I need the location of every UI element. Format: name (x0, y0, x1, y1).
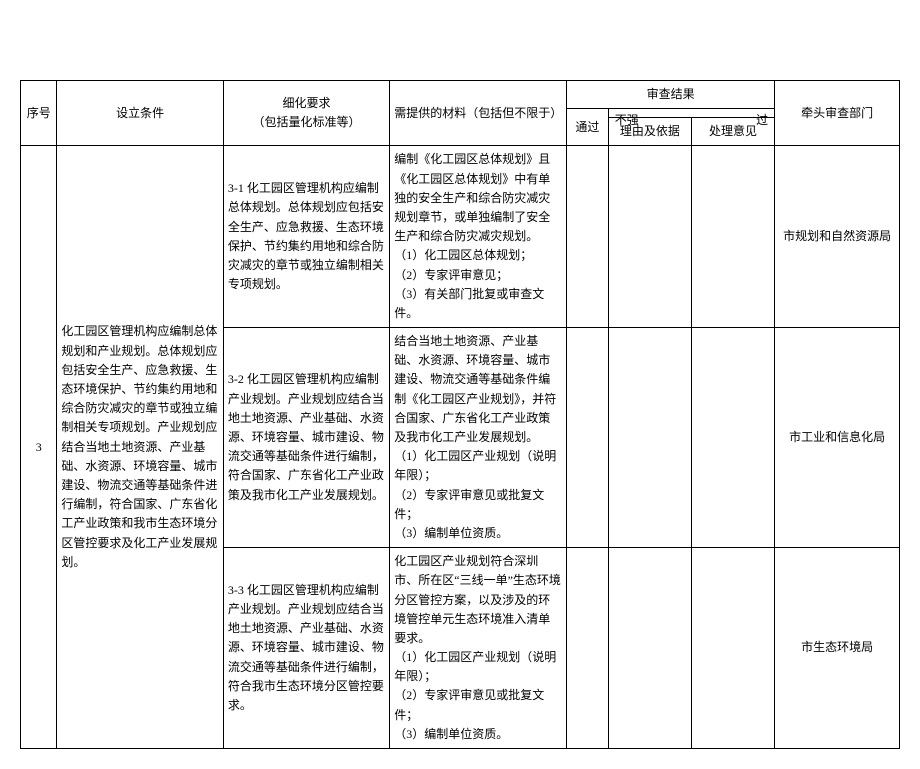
cell-dept: 市工业和信息化局 (775, 328, 900, 548)
hdr-detail: 细化要求 （包括量化标准等） (223, 81, 389, 146)
cell-reason (608, 328, 691, 548)
cell-action (691, 548, 774, 749)
cell-detail: 3-1 化工园区管理机构应编制总体规划。总体规划应包括安全生产、应急救援、生态环… (223, 146, 389, 328)
cell-action (691, 328, 774, 548)
cell-materials: 结合当地土地资源、产业基础、水资源、环境容量、城市建设、物流交通等基础条件编制《… (390, 328, 567, 548)
hdr-review-result: 审查结果 (567, 81, 775, 109)
cell-pass (567, 146, 609, 328)
hdr-guo-label: 过 (756, 111, 768, 130)
cell-materials: 编制《化工园区总体规划》且《化工园区总体规划》中有单独的安全生产和综合防灾减灾规… (390, 146, 567, 328)
cell-detail: 3-3 化工园区管理机构应编制产业规划。产业规划应结合当地土地资源、产业基础、水… (223, 548, 389, 749)
cell-dept: 市规划和自然资源局 (775, 146, 900, 328)
cell-pass (567, 328, 609, 548)
cell-materials: 化工园区产业规划符合深圳市、所在区“三线一单”生态环境分区管控方案，以及涉及的环… (390, 548, 567, 749)
cell-condition: 化工园区管理机构应编制总体规划和产业规划。总体规划应包括安全生产、应急救援、生态… (57, 146, 223, 749)
hdr-not-strong-guo: 不强 过 (608, 109, 774, 118)
cell-dept: 市生态环境局 (775, 548, 900, 749)
cell-reason (608, 548, 691, 749)
table-row: 3 化工园区管理机构应编制总体规划和产业规划。总体规划应包括安全生产、应急救援、… (21, 146, 900, 328)
cell-reason (608, 146, 691, 328)
hdr-pass: 通过 (567, 109, 609, 146)
cell-action (691, 146, 774, 328)
hdr-notstrong-label: 不强 (615, 111, 639, 130)
hdr-materials: 需提供的材料（包括但不限于） (390, 81, 567, 146)
cell-detail: 3-2 化工园区管理机构应编制产业规划。产业规划应结合当地土地资源、产业基础、水… (223, 328, 389, 548)
hdr-seq: 序号 (21, 81, 57, 146)
cell-pass (567, 548, 609, 749)
hdr-lead-dept: 牵头审查部门 (775, 81, 900, 146)
cell-seq: 3 (21, 146, 57, 749)
hdr-condition: 设立条件 (57, 81, 223, 146)
review-table: 序号 设立条件 细化要求 （包括量化标准等） 需提供的材料（包括但不限于） 审查… (20, 80, 900, 749)
